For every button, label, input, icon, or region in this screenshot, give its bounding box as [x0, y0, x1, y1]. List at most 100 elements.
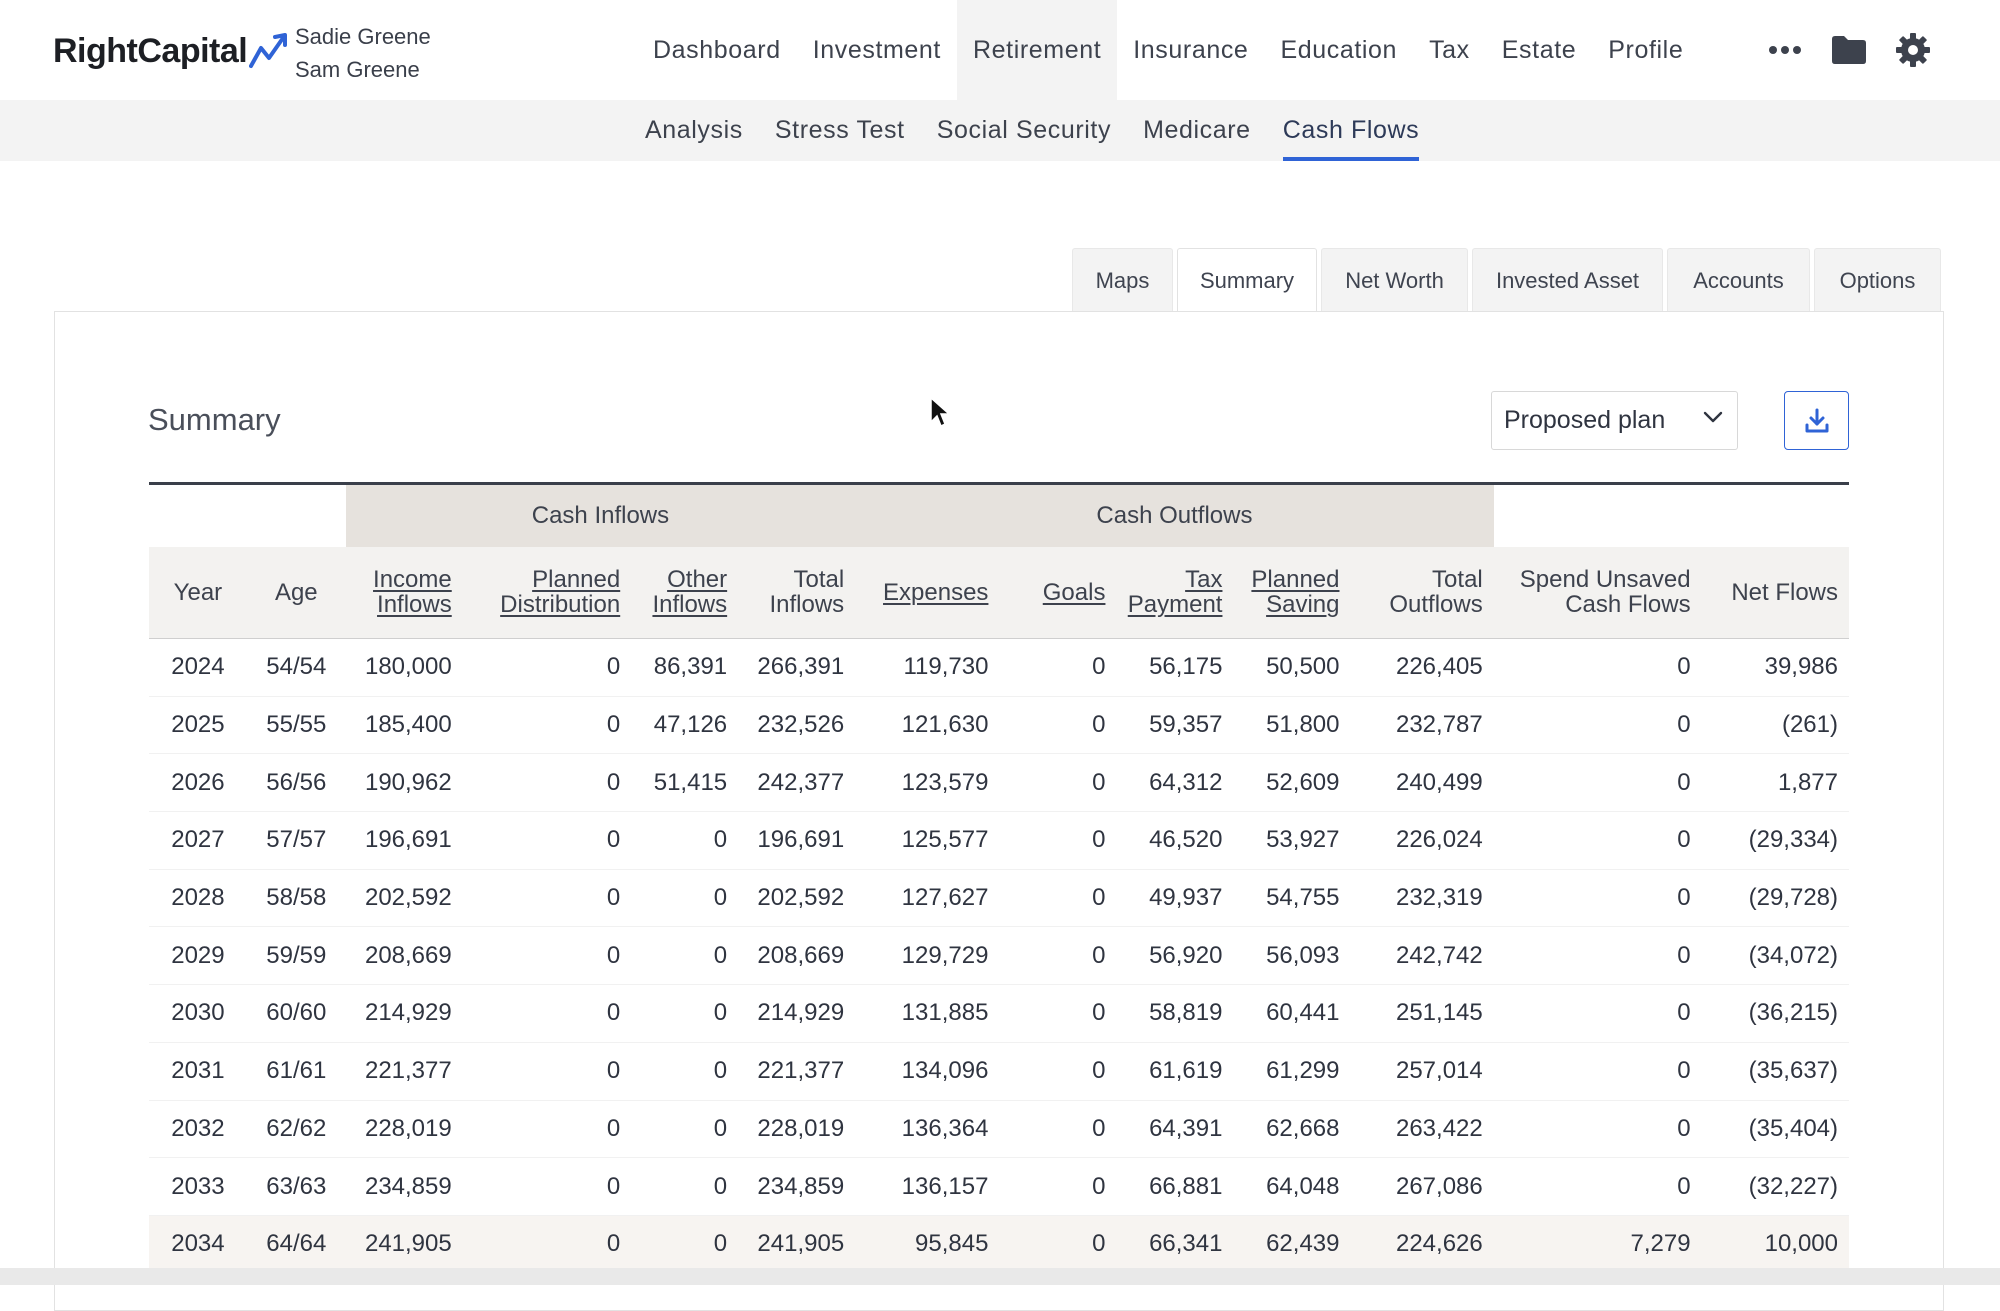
table-row: 2031 61/61 221,377 0 0 221,377 134,096 0 61,619 6…: [149, 1042, 1849, 1101]
tab-options[interactable]: Options: [1814, 248, 1941, 312]
cell-spend-unsaved-cash-flows: 0: [1493, 984, 1702, 1043]
cell-expenses: 134,096: [855, 1042, 1000, 1101]
cell-other-inflows: 0: [631, 1042, 739, 1101]
table-row: 2030 60/60 214,929 0 0 214,929 131,885 0 58,819 6…: [149, 984, 1849, 1043]
cell-planned-saving: 60,441: [1233, 984, 1351, 1043]
nav-retirement[interactable]: Retirement: [956, 0, 1118, 100]
rightcapital-logo[interactable]: RightCapital: [53, 26, 291, 76]
cell-net-flows: 1,877: [1701, 753, 1849, 813]
cell-year: 2027: [149, 811, 247, 870]
cell-income-inflows: 190,962: [345, 753, 463, 813]
cell-age: 56/56: [246, 753, 346, 813]
col-other-inflows[interactable]: Other Inflows: [631, 546, 739, 639]
cell-expenses: 127,627: [855, 869, 1000, 928]
tab-summary[interactable]: Summary: [1177, 248, 1317, 313]
col-age: Age: [246, 546, 346, 639]
subnav-stress-test[interactable]: Stress Test: [759, 100, 921, 161]
cell-planned-distribution: 0: [462, 869, 632, 928]
nav-estate[interactable]: Estate: [1486, 0, 1592, 100]
nav-investment[interactable]: Investment: [797, 0, 957, 100]
cell-expenses: 136,157: [855, 1157, 1000, 1216]
tab-accounts[interactable]: Accounts: [1667, 248, 1810, 312]
cell-planned-saving: 52,609: [1233, 753, 1351, 813]
cell-net-flows: (36,215): [1701, 984, 1849, 1043]
cell-total-inflows: 232,526: [738, 696, 856, 755]
gear-icon[interactable]: [1894, 28, 1932, 72]
table-row: 2025 55/55 185,400 0 47,126 232,526 121,630 0 59…: [149, 696, 1849, 755]
cell-spend-unsaved-cash-flows: 0: [1493, 696, 1702, 755]
group-cash-inflows: Cash Inflows: [345, 483, 856, 547]
col-goals[interactable]: Goals: [999, 546, 1117, 639]
cell-other-inflows: 0: [631, 869, 739, 928]
cell-tax-payment: 46,520: [1116, 811, 1234, 870]
cell-planned-distribution: 0: [462, 811, 632, 870]
mouse-cursor-icon: [930, 396, 951, 428]
cell-total-inflows: 241,905: [738, 1215, 856, 1274]
col-planned-saving[interactable]: Planned Saving: [1233, 546, 1351, 639]
col-total-inflows: Total Inflows: [738, 546, 856, 639]
cell-spend-unsaved-cash-flows: 0: [1493, 869, 1702, 928]
cell-net-flows: 10,000: [1701, 1215, 1849, 1274]
col-expenses[interactable]: Expenses: [855, 546, 1000, 639]
more-dots-icon[interactable]: [1766, 28, 1804, 72]
nav-education[interactable]: Education: [1264, 0, 1413, 100]
logo-text: RightCapital: [53, 31, 248, 70]
col-income-inflows[interactable]: Income Inflows: [345, 546, 463, 639]
col-net-flows: Net Flows: [1701, 546, 1849, 639]
plan-select[interactable]: Proposed plan: [1491, 391, 1738, 450]
cell-spend-unsaved-cash-flows: 7,279: [1493, 1215, 1702, 1274]
col-goals-label: Goals: [1042, 578, 1106, 606]
nav-insurance[interactable]: Insurance: [1117, 0, 1264, 100]
nav-tax[interactable]: Tax: [1413, 0, 1486, 100]
view-tabs: Maps Summary Net Worth Invested Asset Ac…: [1072, 248, 1945, 313]
cell-net-flows: (35,404): [1701, 1100, 1849, 1159]
cell-total-outflows: 240,499: [1350, 753, 1494, 813]
subnav-medicare[interactable]: Medicare: [1127, 100, 1267, 161]
cell-income-inflows: 241,905: [345, 1215, 463, 1274]
col-tax-payment[interactable]: Tax Payment: [1116, 546, 1234, 639]
cell-goals: 0: [999, 811, 1117, 870]
cell-age: 63/63: [246, 1157, 346, 1216]
tab-invested-asset[interactable]: Invested Asset: [1472, 248, 1663, 312]
cell-other-inflows: 47,126: [631, 696, 739, 755]
sub-nav: Analysis Stress Test Social Security Med…: [0, 100, 2000, 161]
tab-maps[interactable]: Maps: [1072, 248, 1173, 312]
client-names[interactable]: Sadie Greene Sam Greene: [295, 20, 431, 86]
cell-other-inflows: 0: [631, 1157, 739, 1216]
cell-net-flows: (34,072): [1701, 926, 1849, 986]
download-button[interactable]: [1784, 391, 1849, 450]
cell-tax-payment: 58,819: [1116, 984, 1234, 1043]
top-bar: RightCapital Sadie Greene Sam Greene Das…: [0, 0, 2000, 101]
col-income-inflows-label: Income Inflows: [373, 566, 452, 619]
group-cash-outflows: Cash Outflows: [855, 483, 1494, 547]
cell-total-outflows: 267,086: [1350, 1157, 1494, 1216]
bottom-shade: [0, 1268, 2000, 1285]
cell-net-flows: (29,334): [1701, 811, 1849, 870]
cell-year: 2028: [149, 869, 247, 928]
cell-planned-saving: 50,500: [1233, 638, 1351, 697]
subnav-analysis[interactable]: Analysis: [629, 100, 759, 161]
cell-total-outflows: 226,024: [1350, 811, 1494, 870]
table-body: 2024 54/54 180,000 0 86,391 266,391 119,730 0 56…: [149, 638, 1849, 1274]
cell-expenses: 129,729: [855, 926, 1000, 986]
subnav-cash-flows[interactable]: Cash Flows: [1267, 100, 1436, 161]
table-row: 2026 56/56 190,962 0 51,415 242,377 123,579 0 64…: [149, 753, 1849, 813]
cell-expenses: 131,885: [855, 984, 1000, 1043]
nav-dashboard[interactable]: Dashboard: [637, 0, 797, 100]
cell-goals: 0: [999, 1042, 1117, 1101]
cell-expenses: 123,579: [855, 753, 1000, 813]
cell-net-flows: 39,986: [1701, 638, 1849, 697]
col-other-inflows-label: Other Inflows: [652, 566, 728, 619]
subnav-social-security[interactable]: Social Security: [921, 100, 1127, 161]
cell-tax-payment: 64,312: [1116, 753, 1234, 813]
logo-arrow-icon: [249, 33, 288, 68]
cell-year: 2029: [149, 926, 247, 986]
cell-other-inflows: 86,391: [631, 638, 739, 697]
col-planned-distribution[interactable]: Planned Distribution: [462, 546, 632, 639]
nav-profile[interactable]: Profile: [1592, 0, 1699, 100]
folder-icon[interactable]: [1830, 28, 1868, 72]
cell-tax-payment: 64,391: [1116, 1100, 1234, 1159]
cell-planned-distribution: 0: [462, 1215, 632, 1274]
cell-goals: 0: [999, 753, 1117, 813]
tab-net-worth[interactable]: Net Worth: [1321, 248, 1468, 312]
